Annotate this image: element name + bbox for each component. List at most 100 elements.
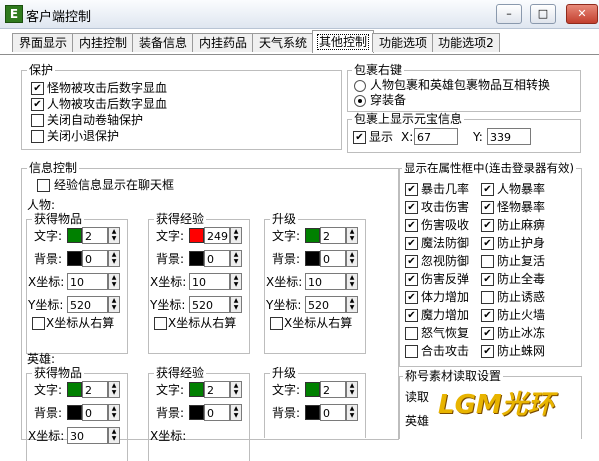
hero-get-item-x-input[interactable]: 30 — [67, 427, 108, 444]
hero-level-text-color-swatch[interactable] — [305, 382, 320, 397]
attr-left-checkbox-10[interactable] — [405, 345, 418, 358]
attr-left-checkbox-3[interactable]: ✔ — [405, 219, 418, 232]
attr-right-checkbox-8[interactable]: ✔ — [481, 309, 494, 322]
hero-get-item-x-spinner[interactable]: ▲ ▼ — [108, 427, 120, 444]
player-level-bg-color-swatch[interactable] — [305, 251, 320, 266]
tab-function-options-2[interactable]: 功能选项2 — [432, 33, 500, 52]
hero-get-item-bg-spinner[interactable]: ▲ ▼ — [108, 404, 120, 421]
attr-left-checkbox-4[interactable]: ✔ — [405, 237, 418, 250]
attr-left-checkbox-8[interactable]: ✔ — [405, 309, 418, 322]
player-get-exp-right-checkbox[interactable] — [154, 317, 167, 330]
tab-function-options[interactable]: 功能选项 — [372, 33, 434, 52]
attr-right-checkbox-1[interactable]: ✔ — [481, 183, 494, 196]
attr-left-checkbox-6[interactable]: ✔ — [405, 273, 418, 286]
attr-right-checkbox-7[interactable] — [481, 291, 494, 304]
gold-y-input[interactable]: 339 — [487, 128, 531, 145]
title-material-title: 称号素材读取设置 — [403, 369, 504, 383]
player-level-y-input[interactable]: 520 — [305, 296, 346, 313]
attr-left-checkbox-1[interactable]: ✔ — [405, 183, 418, 196]
player-get-exp-y-spinner[interactable]: ▲ ▼ — [230, 296, 242, 313]
hero-get-item-bg-color-swatch[interactable] — [67, 405, 82, 420]
attr-right-label-4: 防止护身 — [497, 236, 546, 250]
player-get-exp-text-input[interactable]: 249 — [204, 227, 230, 244]
player-get-exp-text-color-swatch[interactable] — [189, 228, 204, 243]
protect-checkbox-4[interactable] — [31, 130, 44, 143]
player-get-exp-bg-color-swatch[interactable] — [189, 251, 204, 266]
hero-get-item-bg-input[interactable]: 0 — [82, 404, 108, 421]
tab-plugin-control[interactable]: 内挂控制 — [72, 33, 134, 52]
attr-right-checkbox-2[interactable]: ✔ — [481, 201, 494, 214]
player-get-item-text-color-swatch[interactable] — [67, 228, 82, 243]
player-get-item-bg-color-swatch[interactable] — [67, 251, 82, 266]
player-get-item-bg-spinner[interactable]: ▲ ▼ — [108, 250, 120, 267]
hero-get-item-text-color-swatch[interactable] — [67, 382, 82, 397]
close-button[interactable]: ✕ — [566, 4, 598, 24]
hero-level-bg-color-swatch[interactable] — [305, 405, 320, 420]
player-level-text-spinner[interactable]: ▲ ▼ — [346, 227, 358, 244]
hero-get-exp-text-input[interactable]: 2 — [204, 381, 230, 398]
attr-right-checkbox-6[interactable]: ✔ — [481, 273, 494, 286]
attr-right-label-2: 怪物暴率 — [497, 200, 546, 214]
player-get-item-bg-input[interactable]: 0 — [82, 250, 108, 267]
player-get-item-right-checkbox[interactable] — [32, 317, 45, 330]
hero-get-item-text-input[interactable]: 2 — [82, 381, 108, 398]
player-get-exp-y-input[interactable]: 520 — [189, 296, 230, 313]
hero-get-exp-bg-color-swatch[interactable] — [189, 405, 204, 420]
player-get-item-x-spinner[interactable]: ▲ ▼ — [108, 273, 120, 290]
hero-get-exp-text-spinner[interactable]: ▲ ▼ — [230, 381, 242, 398]
bag-swap-radio[interactable] — [354, 80, 366, 92]
player-level-x-input[interactable]: 10 — [305, 273, 346, 290]
hero-level-bg-input[interactable]: 0 — [320, 404, 346, 421]
attr-left-checkbox-7[interactable]: ✔ — [405, 291, 418, 304]
hero-level-bg-spinner[interactable]: ▲ ▼ — [346, 404, 358, 421]
player-level-text-input[interactable]: 2 — [320, 227, 346, 244]
exp-chat-checkbox[interactable] — [37, 179, 50, 192]
gold-show-checkbox[interactable]: ✔ — [353, 131, 366, 144]
protect-checkbox-3[interactable] — [31, 114, 44, 127]
attr-right-checkbox-5[interactable] — [481, 255, 494, 268]
gold-y-label: Y: — [473, 130, 483, 144]
attr-left-checkbox-5[interactable]: ✔ — [405, 255, 418, 268]
maximize-button[interactable]: □ — [530, 4, 556, 24]
player-get-exp-x-input[interactable]: 10 — [189, 273, 230, 290]
tab-equipment-info[interactable]: 装备信息 — [132, 33, 194, 52]
hero-get-exp-bg-input[interactable]: 0 — [204, 404, 230, 421]
player-get-item-right-label: X坐标从右算 — [46, 316, 115, 330]
minimize-button[interactable]: – — [496, 4, 522, 24]
attr-right-checkbox-4[interactable]: ✔ — [481, 237, 494, 250]
protect-checkbox-2[interactable]: ✔ — [31, 98, 44, 111]
attr-left-checkbox-2[interactable]: ✔ — [405, 201, 418, 214]
player-get-item-y-spinner[interactable]: ▲ ▼ — [108, 296, 120, 313]
hero-level-text-spinner[interactable]: ▲ ▼ — [346, 381, 358, 398]
player-level-y-spinner[interactable]: ▲ ▼ — [346, 296, 358, 313]
player-get-item-y-input[interactable]: 520 — [67, 296, 108, 313]
player-level-right-checkbox[interactable] — [270, 317, 283, 330]
player-get-exp-bg-input[interactable]: 0 — [204, 250, 230, 267]
tab-plugin-potions[interactable]: 内挂药品 — [192, 33, 254, 52]
gold-x-input[interactable]: 67 — [414, 128, 458, 145]
hero-get-item-text-spinner[interactable]: ▲ ▼ — [108, 381, 120, 398]
player-level-bg-input[interactable]: 0 — [320, 250, 346, 267]
player-get-exp-bg-spinner[interactable]: ▲ ▼ — [230, 250, 242, 267]
tab-weather-system[interactable]: 天气系统 — [252, 33, 314, 52]
attr-right-checkbox-3[interactable]: ✔ — [481, 219, 494, 232]
player-get-exp-text-spinner[interactable]: ▲ ▼ — [230, 227, 242, 244]
attr-right-checkbox-10[interactable]: ✔ — [481, 345, 494, 358]
attr-left-label-6: 伤害反弹 — [421, 272, 470, 286]
player-get-item-text-input[interactable]: 2 — [82, 227, 108, 244]
bag-equip-radio[interactable] — [354, 95, 366, 107]
hero-get-exp-bg-spinner[interactable]: ▲ ▼ — [230, 404, 242, 421]
player-level-x-spinner[interactable]: ▲ ▼ — [346, 273, 358, 290]
player-get-item-x-input[interactable]: 10 — [67, 273, 108, 290]
tab-interface-display[interactable]: 界面显示 — [12, 33, 74, 52]
player-get-exp-x-spinner[interactable]: ▲ ▼ — [230, 273, 242, 290]
tab-other-control[interactable]: 其他控制 — [312, 30, 374, 53]
attr-left-checkbox-9[interactable] — [405, 327, 418, 340]
attr-right-checkbox-9[interactable]: ✔ — [481, 327, 494, 340]
player-level-text-color-swatch[interactable] — [305, 228, 320, 243]
player-level-bg-spinner[interactable]: ▲ ▼ — [346, 250, 358, 267]
hero-get-exp-text-color-swatch[interactable] — [189, 382, 204, 397]
protect-checkbox-1[interactable]: ✔ — [31, 82, 44, 95]
hero-level-text-input[interactable]: 2 — [320, 381, 346, 398]
player-get-item-text-spinner[interactable]: ▲ ▼ — [108, 227, 120, 244]
